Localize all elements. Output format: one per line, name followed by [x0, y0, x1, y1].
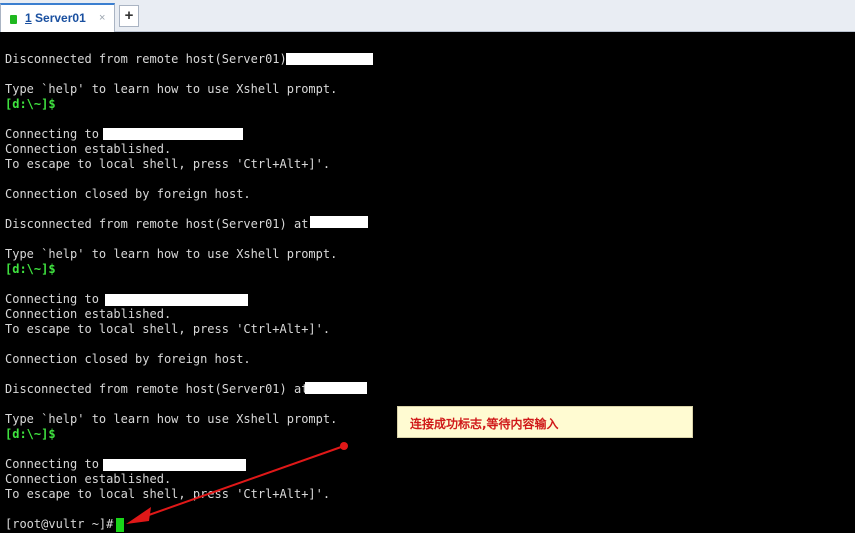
arrow-line: [145, 445, 345, 517]
annotation-arrow: [126, 442, 348, 524]
arrow-head-icon: [126, 507, 151, 524]
